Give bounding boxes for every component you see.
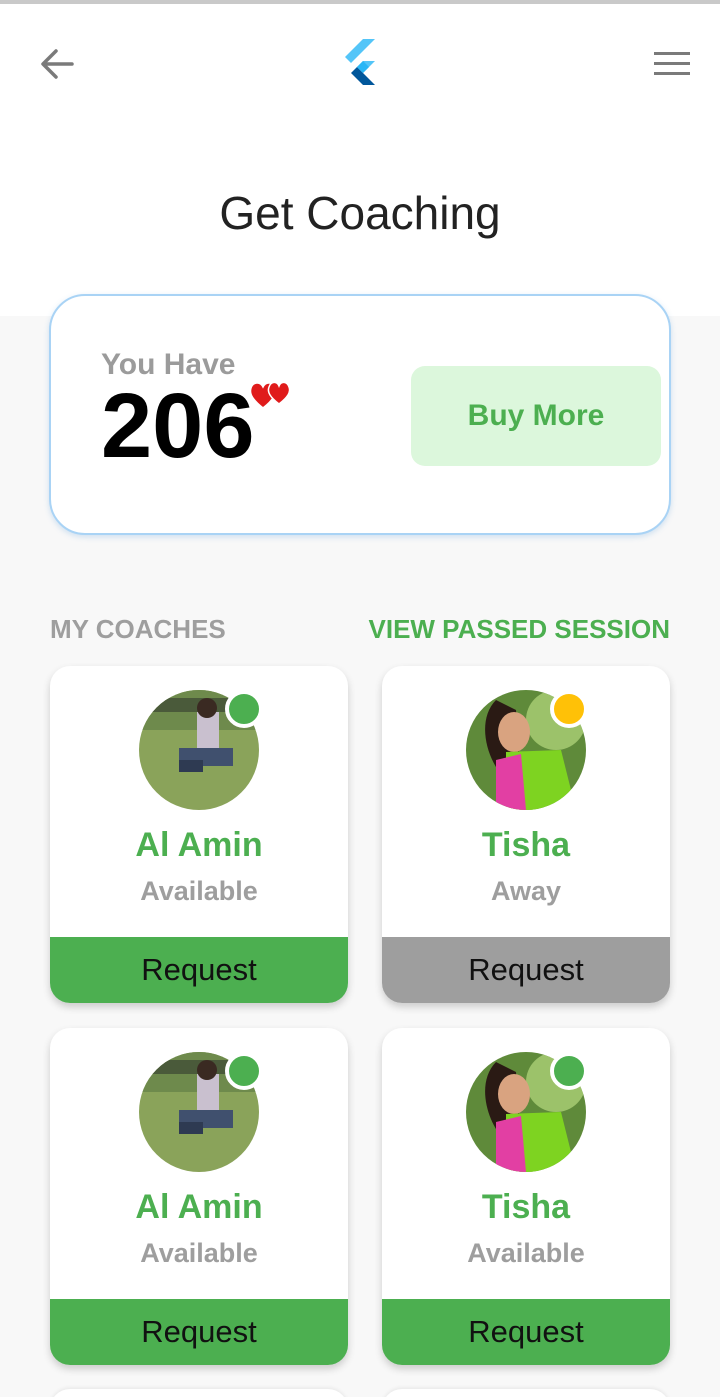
arrow-left-icon (41, 49, 74, 79)
request-button[interactable]: Request (382, 1299, 670, 1365)
status-online-indicator (550, 1052, 588, 1090)
status-away-indicator (550, 690, 588, 728)
coach-status: Available (140, 1238, 258, 1268)
credit-count: 206 (101, 375, 255, 477)
view-passed-session-link[interactable]: VIEW PASSED SESSION (369, 614, 670, 645)
request-button[interactable]: Request (382, 937, 670, 1003)
status-online-indicator (225, 690, 263, 728)
flutter-logo-icon (334, 34, 386, 90)
status-online-indicator (225, 1052, 263, 1090)
coach-card: Al Amin Available Request (50, 666, 348, 1003)
coach-status: Available (467, 1238, 585, 1268)
request-button[interactable]: Request (50, 937, 348, 1003)
credit-card: You Have 206 Buy More (49, 294, 671, 535)
coach-card-partial (382, 1389, 670, 1397)
coach-name: Al Amin (135, 826, 263, 864)
back-button[interactable] (30, 40, 82, 88)
request-button[interactable]: Request (50, 1299, 348, 1365)
coach-name: Tisha (481, 826, 571, 864)
app-header (0, 4, 720, 316)
coach-card-partial (50, 1389, 348, 1397)
page-title: Get Coaching (219, 187, 501, 239)
buy-more-button[interactable]: Buy More (411, 366, 661, 466)
hearts-icon (249, 381, 291, 409)
coach-name: Al Amin (135, 1188, 263, 1226)
hamburger-menu-icon (654, 52, 690, 75)
menu-button[interactable] (646, 40, 698, 88)
coach-status: Away (490, 876, 562, 906)
coach-name: Tisha (481, 1188, 571, 1226)
my-coaches-heading: MY COACHES (50, 614, 226, 644)
coach-card: Al Amin Available Request (50, 1028, 348, 1365)
coach-card: Tisha Available Request (382, 1028, 670, 1365)
coach-status: Available (140, 876, 258, 906)
coach-card: Tisha Away Request (382, 666, 670, 1003)
